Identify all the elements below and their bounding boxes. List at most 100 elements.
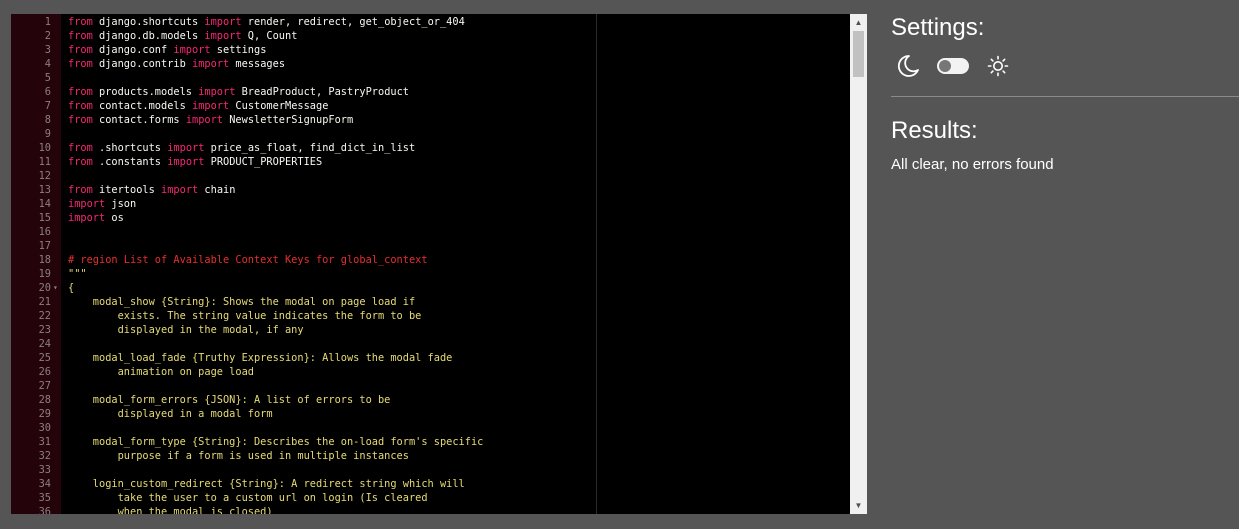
code-text: from contact.forms import NewsletterSign…: [68, 114, 354, 126]
line-number: 7: [44, 100, 51, 112]
line-number: 20: [38, 282, 51, 294]
code-text: modal_form_type {String}: Describes the …: [68, 436, 484, 448]
line-number: 16: [38, 226, 51, 238]
code-text: login_custom_redirect {String}: A redire…: [68, 478, 465, 490]
code-line[interactable]: 4 from django.contrib import messages: [11, 57, 850, 71]
settings-title: Settings:: [891, 14, 985, 41]
code-text: from .constants import PRODUCT_PROPERTIE…: [68, 156, 323, 168]
line-number: 17: [38, 240, 51, 252]
line-number: 27: [38, 380, 51, 392]
code-line[interactable]: 28 modal_form_errors {JSON}: A list of e…: [11, 393, 850, 407]
code-line[interactable]: 27: [11, 379, 850, 393]
code-line[interactable]: 18 # region List of Available Context Key…: [11, 253, 850, 267]
fold-arrow-icon[interactable]: ▾: [53, 281, 58, 295]
line-number: 22: [38, 310, 51, 322]
code-text: # region List of Available Context Keys …: [68, 254, 428, 266]
code-line[interactable]: 32 purpose if a form is used in multiple…: [11, 449, 850, 463]
line-number: 30: [38, 422, 51, 434]
code-line[interactable]: 13 from itertools import chain: [11, 183, 850, 197]
code-text: import os: [68, 212, 124, 224]
code-line[interactable]: 20 ▾ {: [11, 281, 850, 295]
code-text: modal_form_errors {JSON}: A list of erro…: [68, 394, 391, 406]
code-line[interactable]: 5: [11, 71, 850, 85]
line-number: 15: [38, 212, 51, 224]
theme-toggle[interactable]: [937, 58, 969, 74]
line-number: 35: [38, 492, 51, 504]
code-line[interactable]: 25 modal_load_fade {Truthy Expression}: …: [11, 351, 850, 365]
code-text: from django.conf import settings: [68, 44, 267, 56]
code-line[interactable]: 21 modal_show {String}: Shows the modal …: [11, 295, 850, 309]
line-number: 31: [38, 436, 51, 448]
line-number: 21: [38, 296, 51, 308]
code-line[interactable]: 3 from django.conf import settings: [11, 43, 850, 57]
code-line[interactable]: 35 take the user to a custom url on logi…: [11, 491, 850, 505]
code-text: {: [68, 282, 75, 294]
line-number: 5: [44, 72, 51, 84]
code-line[interactable]: 10 from .shortcuts import price_as_float,…: [11, 141, 850, 155]
code-line[interactable]: 6 from products.models import BreadProduc…: [11, 85, 850, 99]
code-editor[interactable]: 1 from django.shortcuts import render, re…: [11, 14, 867, 514]
code-line[interactable]: 33: [11, 463, 850, 477]
line-number: 26: [38, 366, 51, 378]
line-number: 2: [44, 30, 51, 42]
line-number: 28: [38, 394, 51, 406]
code-line[interactable]: 26 animation on page load: [11, 365, 850, 379]
code-line[interactable]: 29 displayed in a modal form: [11, 407, 850, 421]
vertical-scrollbar[interactable]: ▲ ▼: [850, 14, 867, 514]
line-number: 25: [38, 352, 51, 364]
line-number: 6: [44, 86, 51, 98]
code-line[interactable]: 2 from django.db.models import Q, Count: [11, 29, 850, 43]
code-line[interactable]: 12: [11, 169, 850, 183]
code-line[interactable]: 14 import json: [11, 197, 850, 211]
code-text: from products.models import BreadProduct…: [68, 86, 409, 98]
results-message: All clear, no errors found: [891, 156, 1054, 173]
scroll-down-arrow-icon[interactable]: ▼: [850, 497, 867, 514]
line-number: 3: [44, 44, 51, 56]
scroll-up-arrow-icon[interactable]: ▲: [850, 14, 867, 31]
line-number: 10: [38, 142, 51, 154]
code-line[interactable]: 1 from django.shortcuts import render, re…: [11, 15, 850, 29]
code-line[interactable]: 8 from contact.forms import NewsletterSig…: [11, 113, 850, 127]
code-line[interactable]: 22 exists. The string value indicates th…: [11, 309, 850, 323]
line-number: 29: [38, 408, 51, 420]
sun-icon[interactable]: [987, 55, 1009, 77]
code-line[interactable]: 23 displayed in the modal, if any: [11, 323, 850, 337]
line-number: 23: [38, 324, 51, 336]
results-title: Results:: [891, 117, 978, 144]
line-number: 9: [44, 128, 51, 140]
line-number: 34: [38, 478, 51, 490]
code-text: modal_show {String}: Shows the modal on …: [68, 296, 416, 308]
code-line[interactable]: 7 from contact.models import CustomerMess…: [11, 99, 850, 113]
line-number: 24: [38, 338, 51, 350]
code-text: from .shortcuts import price_as_float, f…: [68, 142, 416, 154]
code-line[interactable]: 30: [11, 421, 850, 435]
line-number: 14: [38, 198, 51, 210]
code-line[interactable]: 34 login_custom_redirect {String}: A red…: [11, 477, 850, 491]
section-divider: [891, 96, 1239, 97]
code-text: """: [68, 268, 87, 280]
moon-icon[interactable]: [895, 53, 921, 79]
code-text: exists. The string value indicates the f…: [68, 310, 422, 322]
settings-panel: Settings: Results: All clear, no errors …: [891, 14, 1239, 173]
code-line[interactable]: 9: [11, 127, 850, 141]
code-line[interactable]: 17: [11, 239, 850, 253]
line-number: 18: [38, 254, 51, 266]
code-line[interactable]: 31 modal_form_type {String}: Describes t…: [11, 435, 850, 449]
code-text: displayed in the modal, if any: [68, 324, 304, 336]
code-line[interactable]: 36 when the modal is closed): [11, 505, 850, 514]
code-text: import json: [68, 198, 137, 210]
scrollbar-thumb[interactable]: [853, 31, 864, 77]
code-line[interactable]: 11 from .constants import PRODUCT_PROPERT…: [11, 155, 850, 169]
code-line[interactable]: 19 """: [11, 267, 850, 281]
line-number: 36: [38, 506, 51, 514]
theme-toggle-knob: [939, 60, 951, 72]
line-number: 12: [38, 170, 51, 182]
code-line[interactable]: 16: [11, 225, 850, 239]
line-number: 32: [38, 450, 51, 462]
code-line[interactable]: 15 import os: [11, 211, 850, 225]
code-line[interactable]: 24: [11, 337, 850, 351]
line-number: 19: [38, 268, 51, 280]
code-text: from itertools import chain: [68, 184, 236, 196]
code-lines[interactable]: 1 from django.shortcuts import render, re…: [11, 14, 850, 514]
code-text: from contact.models import CustomerMessa…: [68, 100, 329, 112]
